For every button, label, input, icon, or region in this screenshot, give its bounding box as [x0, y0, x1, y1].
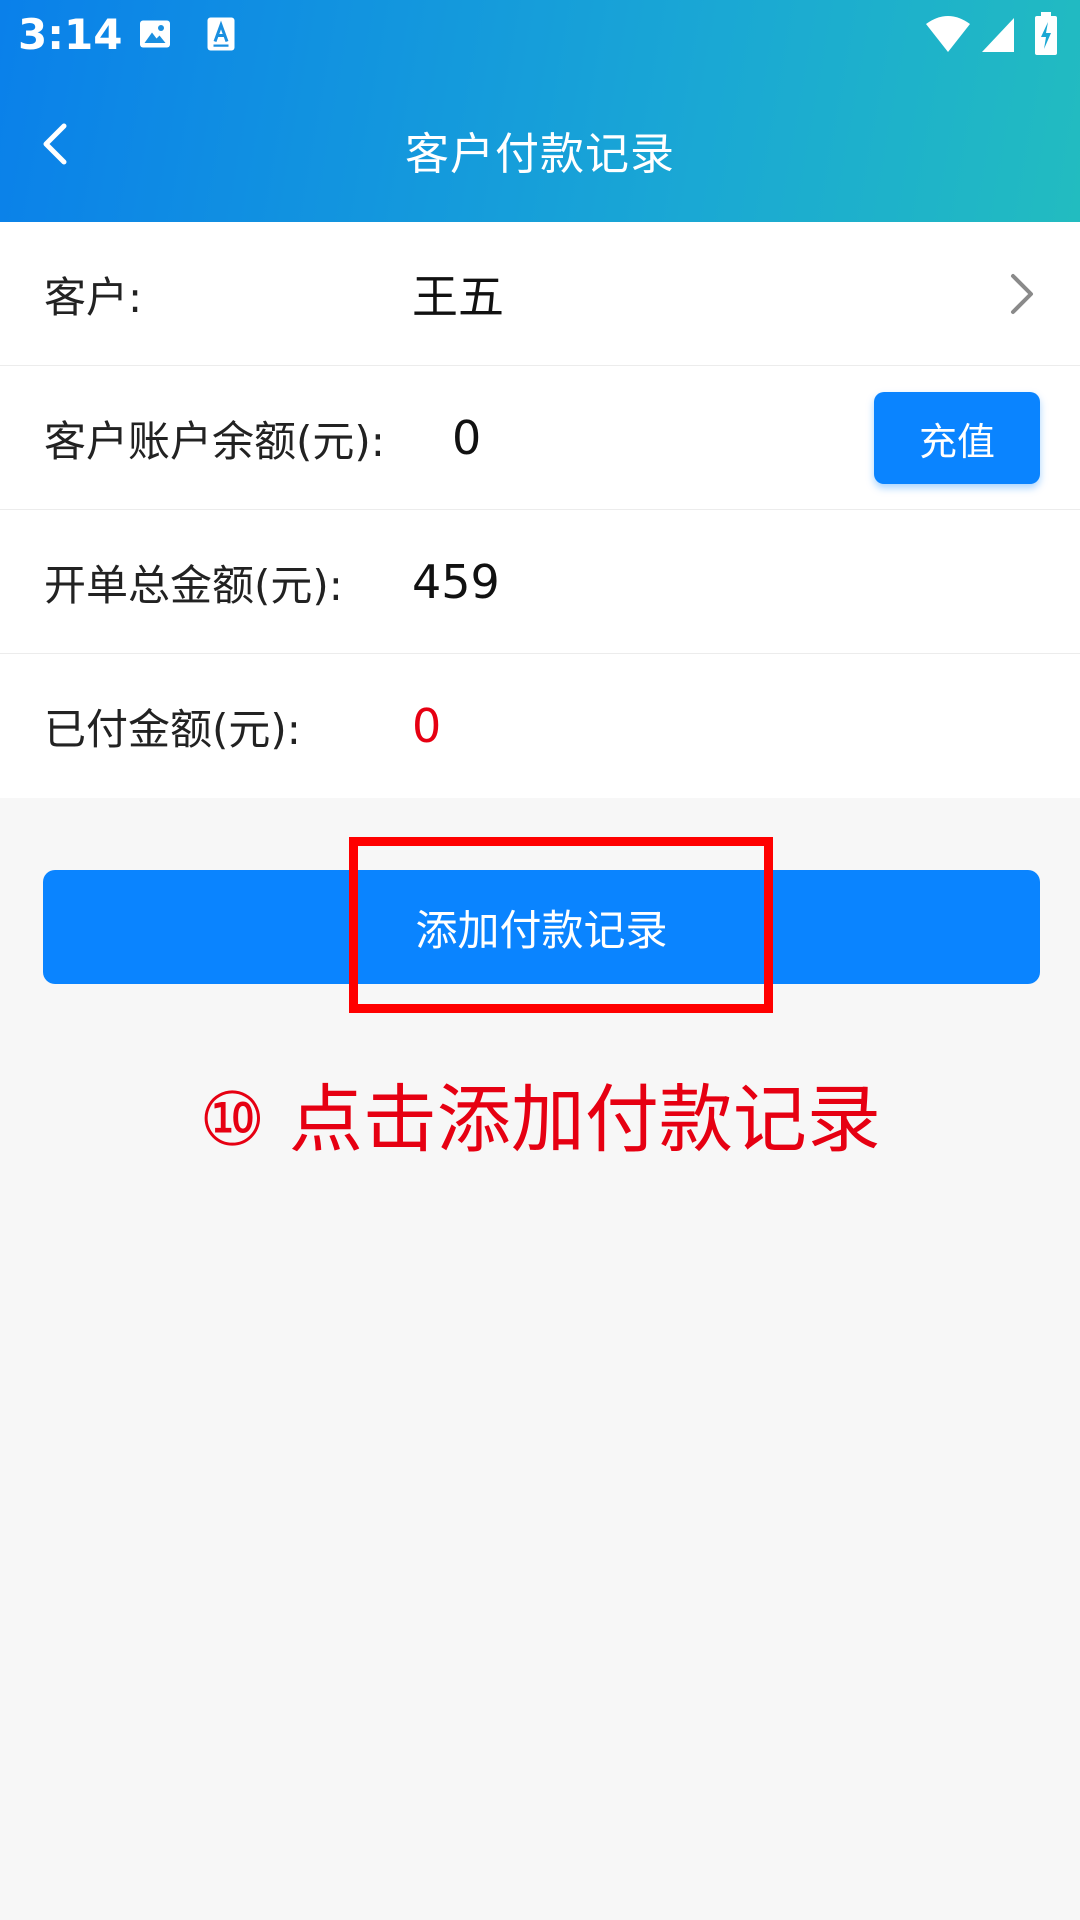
image-icon — [137, 16, 173, 56]
chevron-right-icon — [1006, 272, 1036, 320]
header: 3:14 客户付款记录 — [0, 0, 1080, 222]
balance-label: 客户账户余额(元): — [44, 416, 385, 466]
customer-label: 客户: — [44, 272, 143, 322]
customer-value: 王五 — [412, 270, 504, 324]
customer-row[interactable]: 客户: 王五 — [0, 222, 1080, 366]
status-time: 3:14 — [18, 10, 123, 59]
total-label: 开单总金额(元): — [44, 560, 343, 610]
total-row: 开单总金额(元): 459 — [0, 510, 1080, 654]
instruction-text: ⑩ 点击添加付款记录 — [199, 1077, 881, 1163]
page-title: 客户付款记录 — [405, 129, 675, 180]
paid-label: 已付金额(元): — [44, 704, 301, 754]
nav-bar: 客户付款记录 — [0, 74, 1080, 222]
total-value: 459 — [412, 555, 500, 609]
status-bar: 3:14 — [0, 0, 1080, 74]
paid-row: 已付金额(元): 0 — [0, 654, 1080, 798]
paid-value: 0 — [412, 699, 442, 753]
balance-value: 0 — [452, 411, 482, 465]
payment-form: 客户: 王五 客户账户余额(元): 0 充值 开单总金额(元): 459 已付金… — [0, 222, 1080, 798]
text-app-icon — [206, 16, 236, 56]
balance-row: 客户账户余额(元): 0 充值 — [0, 366, 1080, 510]
wifi-icon — [924, 14, 972, 58]
signal-icon — [980, 16, 1016, 58]
battery-charging-icon — [1034, 12, 1058, 60]
add-payment-record-button[interactable]: 添加付款记录 — [43, 870, 1040, 984]
recharge-button[interactable]: 充值 — [874, 392, 1040, 484]
